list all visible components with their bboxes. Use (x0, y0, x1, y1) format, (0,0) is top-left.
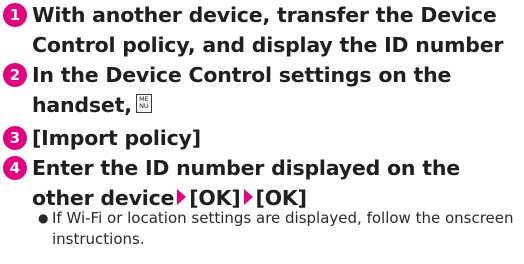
step-3: 3 [Import policy] (0, 123, 524, 153)
menu-key-bottom: NU (139, 102, 149, 110)
triangle-arrow-icon (177, 189, 187, 205)
step-text: With another device, transfer the Device… (32, 3, 504, 57)
step-text-part-2: [OK] (189, 186, 241, 210)
step-1: 1 With another device, transfer the Devi… (0, 0, 524, 60)
menu-key-icon: ME NU (135, 93, 152, 113)
step-text-container: In the Device Control settings on the ha… (32, 60, 524, 120)
step-number-badge: 2 (3, 63, 27, 87)
step-text-container: Enter the ID number displayed on the oth… (32, 153, 524, 213)
step-number-badge: 3 (3, 126, 27, 150)
step-number-badge: 1 (3, 3, 27, 27)
step-text: In the Device Control settings on the ha… (32, 63, 452, 117)
step-4: 4 Enter the ID number displayed on the o… (0, 153, 524, 213)
step-text: [Import policy] (32, 126, 201, 150)
step-number-badge: 4 (3, 156, 27, 180)
step-text-part-3: [OK] (255, 186, 307, 210)
triangle-arrow-icon (243, 189, 253, 205)
step-2: 2 In the Device Control settings on the … (0, 60, 524, 120)
bullet-icon: ● (38, 211, 49, 225)
note: ● If Wi-Fi or location settings are disp… (38, 208, 518, 250)
note-text: If Wi-Fi or location settings are displa… (52, 209, 514, 248)
